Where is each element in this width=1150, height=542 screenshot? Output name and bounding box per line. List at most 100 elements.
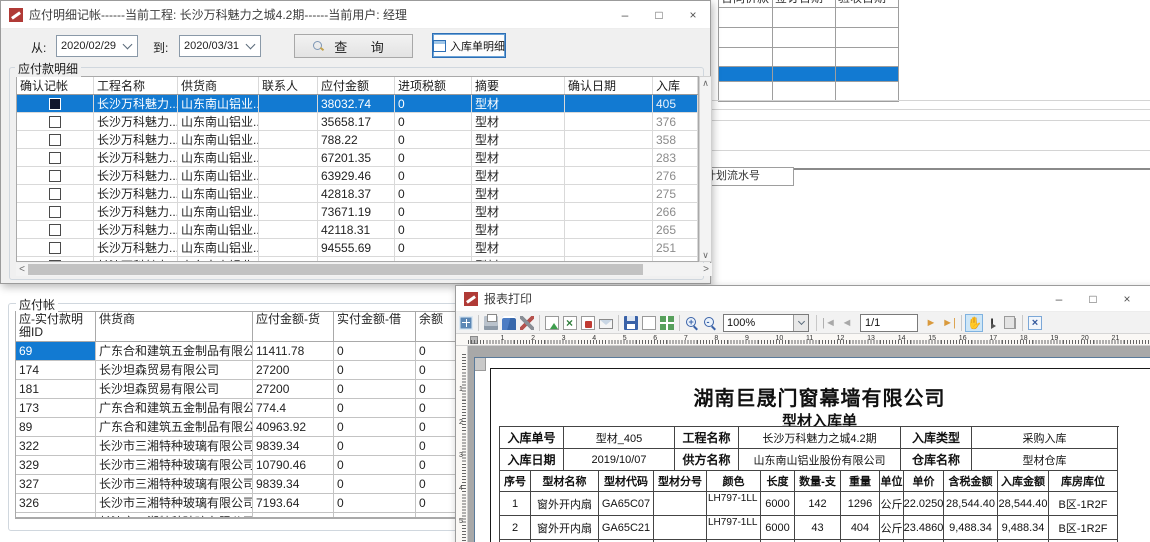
inbound-no-cell[interactable]: 405 — [653, 95, 698, 112]
project-cell[interactable]: 长沙万科魅力... — [94, 131, 178, 148]
supplier-cell[interactable]: 长沙市三湘特种玻璃有限公司 — [96, 437, 253, 455]
copy-icon[interactable] — [1001, 314, 1019, 332]
id-cell[interactable]: 181 — [16, 380, 96, 398]
summary-cell[interactable]: 型材 — [472, 203, 565, 220]
confirm-checkbox[interactable] — [49, 98, 61, 110]
contact-cell[interactable] — [259, 185, 318, 202]
column-header[interactable]: 确认记帐 — [17, 77, 94, 94]
project-cell[interactable]: 长沙万科魅力... — [94, 113, 178, 130]
checkbox-cell[interactable] — [17, 149, 94, 166]
inbound-no-cell[interactable]: 358 — [653, 131, 698, 148]
confirm-checkbox[interactable] — [49, 116, 61, 128]
tax-cell[interactable]: 0 — [395, 257, 472, 262]
table-row[interactable]: 174长沙坦森贸易有限公司2720000 — [16, 361, 519, 380]
checkbox-cell[interactable] — [17, 167, 94, 184]
confirm-date-cell[interactable] — [565, 257, 653, 262]
empty-cell[interactable] — [836, 67, 899, 81]
amount-cell[interactable]: 42118.31 — [318, 221, 395, 238]
project-cell[interactable]: 长沙万科魅力... — [94, 257, 178, 262]
tax-cell[interactable]: 0 — [395, 185, 472, 202]
next-page-icon[interactable]: ► — [922, 314, 940, 332]
summary-cell[interactable]: 型材 — [472, 149, 565, 166]
contact-cell[interactable] — [259, 131, 318, 148]
serial-number-field[interactable]: 计划流水号 — [702, 167, 794, 186]
tax-cell[interactable]: 0 — [395, 203, 472, 220]
confirm-checkbox[interactable] — [49, 188, 61, 200]
confirm-checkbox[interactable] — [49, 260, 61, 263]
minimize-button[interactable]: – — [1042, 286, 1076, 311]
amount-cell[interactable]: 73671.19 — [318, 203, 395, 220]
contact-cell[interactable] — [259, 167, 318, 184]
confirm-checkbox[interactable] — [49, 224, 61, 236]
paid-cell[interactable]: 0 — [334, 380, 416, 398]
id-cell[interactable]: 173 — [16, 399, 96, 417]
zoom-combobox[interactable]: 100% — [723, 314, 809, 332]
project-cell[interactable]: 长沙万科魅力... — [94, 221, 178, 238]
inbound-no-cell[interactable]: 265 — [653, 221, 698, 238]
contact-cell[interactable] — [259, 113, 318, 130]
column-header[interactable]: 应-实付款明细ID — [16, 312, 96, 341]
supplier-cell[interactable]: 山东南山铝业... — [178, 203, 259, 220]
paid-cell[interactable]: 0 — [334, 475, 416, 493]
table-row[interactable]: 327长沙市三湘特种玻璃有限公司9839.3400 — [16, 475, 519, 494]
supplier-cell[interactable]: 山东南山铝业... — [178, 113, 259, 130]
last-page-icon[interactable]: ►| — [940, 314, 958, 332]
horizontal-scrollbar[interactable]: < > — [16, 263, 712, 276]
paid-cell[interactable]: 0 — [334, 361, 416, 379]
confirm-date-cell[interactable] — [565, 203, 653, 220]
empty-cell[interactable] — [773, 82, 836, 101]
column-header[interactable]: 验收日期 — [836, 0, 899, 7]
payable-cell[interactable]: 10790.46 — [253, 456, 334, 474]
amount-cell[interactable]: 67201.35 — [318, 149, 395, 166]
amount-cell[interactable]: 42818.37 — [318, 185, 395, 202]
empty-cell[interactable] — [719, 8, 773, 27]
options-icon[interactable] — [518, 314, 536, 332]
inbound-no-cell[interactable]: 276 — [653, 167, 698, 184]
confirm-date-cell[interactable] — [565, 221, 653, 238]
column-header[interactable]: 进项税额 — [395, 77, 472, 94]
project-cell[interactable]: 长沙万科魅力... — [94, 149, 178, 166]
table-row[interactable] — [719, 67, 899, 82]
payable-cell[interactable]: 7193.64 — [253, 494, 334, 512]
checkbox-cell[interactable] — [17, 131, 94, 148]
print-icon[interactable] — [482, 314, 500, 332]
payable-cell[interactable]: 11411.78 — [253, 342, 334, 360]
summary-cell[interactable]: 型材 — [472, 95, 565, 112]
tax-cell[interactable]: 0 — [395, 113, 472, 130]
single-page-icon[interactable] — [640, 314, 658, 332]
checkbox-cell[interactable] — [17, 95, 94, 112]
inbound-no-cell[interactable]: 275 — [653, 185, 698, 202]
id-cell[interactable]: 329 — [16, 456, 96, 474]
prev-page-icon[interactable]: ◄ — [838, 314, 856, 332]
checkbox-cell[interactable] — [17, 113, 94, 130]
empty-cell[interactable] — [773, 67, 836, 81]
paid-cell[interactable]: 0 — [334, 494, 416, 512]
payable-cell[interactable]: 27200 — [253, 361, 334, 379]
column-header[interactable]: 合同价款 — [719, 0, 773, 7]
id-cell[interactable]: 327 — [16, 475, 96, 493]
supplier-cell[interactable]: 广东合和建筑五金制品有限公司 — [96, 418, 253, 436]
empty-cell[interactable] — [836, 82, 899, 101]
inbound-no-cell[interactable]: 376 — [653, 113, 698, 130]
table-row[interactable]: 89广东合和建筑五金制品有限公司40963.9200 — [16, 418, 519, 437]
paid-cell[interactable]: 0 — [334, 437, 416, 455]
checkbox-cell[interactable] — [17, 185, 94, 202]
column-header[interactable]: 应付金额 — [318, 77, 395, 94]
confirm-date-cell[interactable] — [565, 131, 653, 148]
scroll-down-icon[interactable]: ∨ — [702, 249, 709, 261]
tax-cell[interactable]: 0 — [395, 167, 472, 184]
table-row[interactable]: 长沙万科魅力...山东南山铝业...788.220型材358 — [17, 131, 698, 149]
confirm-checkbox[interactable] — [49, 134, 61, 146]
supplier-cell[interactable]: 长沙市三湘特种玻璃有限公司 — [96, 456, 253, 474]
empty-cell[interactable] — [836, 48, 899, 66]
table-row[interactable]: 长沙万科魅力...山东南山铝业...94555.690型材251 — [17, 239, 698, 257]
empty-cell[interactable] — [836, 8, 899, 27]
amount-cell[interactable]: 63929.46 — [318, 167, 395, 184]
scroll-left-icon[interactable]: < — [16, 263, 28, 276]
tax-cell[interactable]: 0 — [395, 95, 472, 112]
export-excel-icon[interactable] — [561, 314, 579, 332]
supplier-cell[interactable]: 山东南山铝业... — [178, 221, 259, 238]
to-date-combobox[interactable]: 2020/03/31 — [179, 35, 261, 57]
table-row[interactable]: 长沙万科魅力...山东南山铝业...73671.190型材266 — [17, 203, 698, 221]
supplier-cell[interactable]: 山东南山铝业... — [178, 257, 259, 262]
